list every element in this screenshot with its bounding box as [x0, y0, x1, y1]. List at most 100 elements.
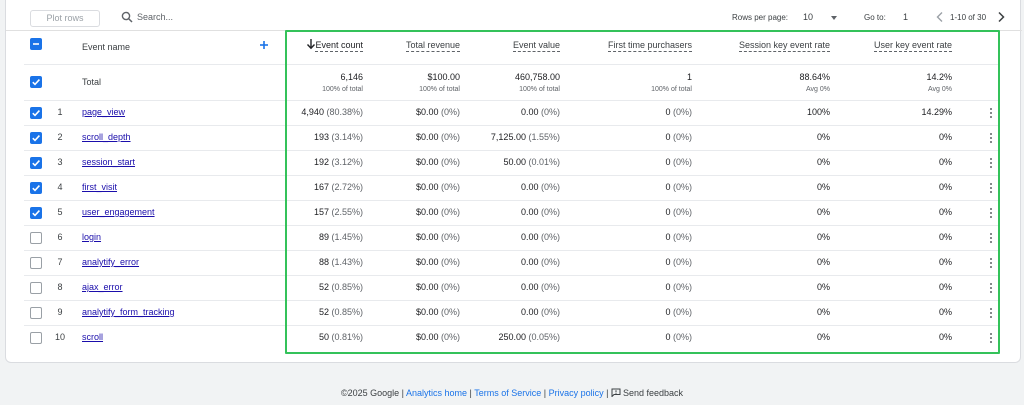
cell-user-key-event-rate: 0%: [939, 232, 952, 242]
terms-link[interactable]: Terms of Service: [474, 388, 541, 398]
cell-percent: (0%): [540, 232, 560, 242]
rows-per-page-select[interactable]: 10: [803, 12, 813, 22]
cell-value: 0%: [938, 232, 952, 242]
cell-session-key-event-rate: 0%: [817, 257, 830, 267]
cell-value: 4,940: [301, 107, 324, 117]
cell-percent: (0%): [672, 257, 692, 267]
row-number: 1: [57, 107, 63, 117]
privacy-link[interactable]: Privacy policy: [549, 388, 604, 398]
cell-value: 52: [318, 282, 329, 292]
cell-percent: (0.81%): [331, 332, 363, 342]
event-name-link[interactable]: first_visit: [82, 182, 117, 192]
row-checkbox[interactable]: [30, 182, 42, 194]
row-checkbox[interactable]: [30, 232, 42, 244]
send-feedback-button[interactable]: Send feedback: [611, 388, 683, 398]
row-checkbox[interactable]: [30, 332, 42, 344]
cell-percent: (0%): [540, 307, 560, 317]
cell-first-time-purchasers: 0 (0%): [665, 257, 692, 267]
cell-event-value: 0.00 (0%): [521, 107, 560, 117]
total-checkbox[interactable]: [30, 76, 42, 88]
more-vert-icon[interactable]: [990, 233, 993, 244]
more-vert-icon[interactable]: [990, 258, 993, 269]
cell-percent: (0%): [672, 157, 692, 167]
cell-total-revenue: $0.00 (0%): [416, 332, 460, 342]
more-vert-icon[interactable]: [990, 183, 993, 194]
more-vert-icon[interactable]: [990, 208, 993, 219]
cell-value: 0: [665, 182, 671, 192]
event-name-link[interactable]: login: [82, 232, 101, 242]
event-name-link[interactable]: scroll: [82, 332, 103, 342]
search-input[interactable]: [137, 9, 287, 25]
column-header-session-key-event-rate[interactable]: Session key event rate: [738, 40, 830, 52]
column-header-user-key-event-rate[interactable]: User key event rate: [873, 40, 952, 52]
cell-percent: (80.38%): [326, 107, 363, 117]
cell-percent: (2.72%): [331, 182, 363, 192]
cell-first-time-purchasers: 0 (0%): [665, 282, 692, 292]
cell-user-key-event-rate: 0%: [939, 182, 952, 192]
add-dimension-icon[interactable]: [259, 40, 269, 50]
more-vert-icon[interactable]: [990, 333, 993, 344]
row-checkbox[interactable]: [30, 132, 42, 144]
event-name-link[interactable]: scroll_depth: [82, 132, 131, 142]
cell-value: 0: [665, 232, 671, 242]
copyright-text: ©2025 Google: [340, 388, 400, 398]
row-checkbox[interactable]: [30, 257, 42, 269]
cell-value: 0.00: [520, 282, 539, 292]
chevron-left-icon[interactable]: [935, 11, 945, 23]
more-vert-icon[interactable]: [990, 283, 993, 294]
more-vert-icon[interactable]: [990, 133, 993, 144]
row-checkbox[interactable]: [30, 282, 42, 294]
cell-user-key-event-rate: 0%: [939, 257, 952, 267]
more-vert-icon[interactable]: [990, 308, 993, 319]
column-header-event-name[interactable]: Event name: [82, 42, 130, 52]
row-number: 6: [57, 232, 63, 242]
column-header-event-count[interactable]: Event count: [315, 40, 363, 52]
row-checkbox[interactable]: [30, 157, 42, 169]
cell-user-key-event-rate: 0%: [939, 132, 952, 142]
select-all-checkbox[interactable]: [30, 38, 42, 50]
cell-event-count: 157 (2.55%): [314, 207, 363, 217]
event-name-link[interactable]: page_view: [82, 107, 125, 117]
column-header-first-time-purchasers[interactable]: First time purchasers: [607, 40, 692, 52]
table-toolbar: Plot rows Rows per page: 10 Go to: 1 1-1…: [6, 0, 1022, 31]
column-header-event-value[interactable]: Event value: [512, 40, 560, 52]
event-name-link[interactable]: ajax_error: [82, 282, 123, 292]
search-icon: [121, 11, 133, 23]
column-header-total-revenue[interactable]: Total revenue: [405, 40, 460, 52]
row-checkbox[interactable]: [30, 107, 42, 119]
cell-value: 0.00: [520, 232, 539, 242]
event-name-link[interactable]: analytify_error: [82, 257, 139, 267]
cell-session-key-event-rate: 0%: [817, 232, 830, 242]
cell-percent: (0.85%): [331, 282, 363, 292]
cell-value: 0: [665, 282, 671, 292]
cell-user-key-event-rate: 14.29%: [921, 107, 952, 117]
analytics-home-link[interactable]: Analytics home: [406, 388, 467, 398]
cell-value: 0.00: [520, 257, 539, 267]
more-vert-icon[interactable]: [990, 108, 993, 119]
cell-percent: (0%): [672, 232, 692, 242]
cell-event-value: 0.00 (0%): [521, 207, 560, 217]
event-name-link[interactable]: analytify_form_tracking: [82, 307, 175, 317]
row-number: 9: [57, 307, 63, 317]
row-checkbox[interactable]: [30, 207, 42, 219]
cell-user-key-event-rate: 0%: [939, 307, 952, 317]
event-name-link[interactable]: user_engagement: [82, 207, 155, 217]
plot-rows-button[interactable]: Plot rows: [30, 10, 100, 27]
event-name-link[interactable]: session_start: [82, 157, 135, 167]
total-value-event-count: 6,146: [340, 72, 363, 82]
cell-value: 0%: [938, 307, 952, 317]
more-vert-icon[interactable]: [990, 158, 993, 169]
row-divider: [24, 325, 998, 326]
cell-event-count: 50 (0.81%): [319, 332, 363, 342]
chevron-down-icon[interactable]: [831, 16, 837, 20]
total-value-user-key-event-rate: 14.2%: [926, 72, 952, 82]
cell-percent: (0%): [440, 307, 460, 317]
cell-value: 50.00: [503, 157, 526, 167]
checkmark-icon: [32, 160, 40, 167]
total-sub-session-key-event-rate: Avg 0%: [806, 86, 830, 93]
chevron-right-icon[interactable]: [996, 11, 1006, 23]
row-checkbox[interactable]: [30, 307, 42, 319]
row-divider: [24, 125, 998, 126]
goto-input[interactable]: 1: [903, 12, 908, 22]
cell-value: 0: [665, 307, 671, 317]
